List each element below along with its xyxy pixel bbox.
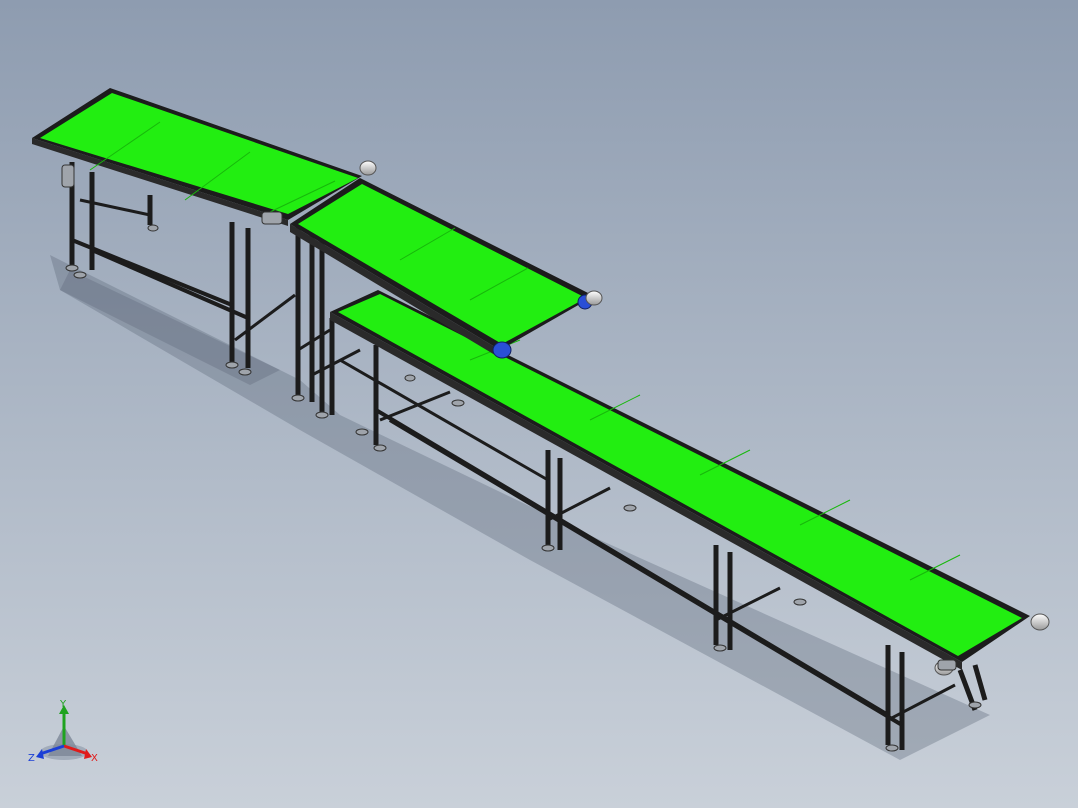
z-axis-label: Z <box>28 753 35 764</box>
roller-icon <box>1030 613 1050 631</box>
drive-roller-icon <box>492 341 512 359</box>
roller-icon <box>585 290 603 306</box>
x-axis-label: X <box>91 753 98 764</box>
axis-triad: Y X Z <box>28 699 98 764</box>
conveyor-model <box>32 88 1050 760</box>
cad-viewport[interactable]: Y X Z <box>0 0 1078 808</box>
y-axis-label: Y <box>59 699 67 710</box>
roller-icon <box>359 160 377 176</box>
frame-conveyor-3 <box>329 318 988 750</box>
